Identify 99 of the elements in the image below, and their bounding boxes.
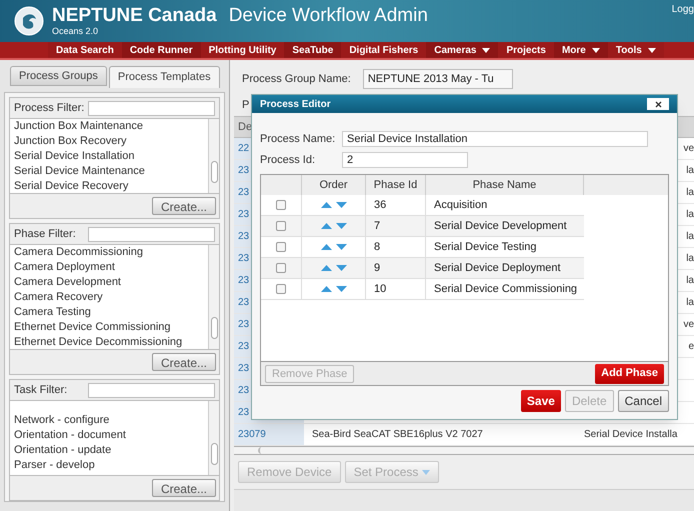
move-up-icon[interactable] xyxy=(320,223,332,229)
field-label: P xyxy=(242,98,250,113)
table-cell: 10 xyxy=(366,279,426,299)
horizontal-scrollbar[interactable] xyxy=(234,446,694,455)
table-cell-text: e xyxy=(688,340,694,354)
dialog-button[interactable]: Cancel xyxy=(618,390,669,412)
caret-icon xyxy=(482,48,490,52)
process-name-field[interactable]: Serial Device Installation xyxy=(342,131,648,148)
table-cell-text: ve xyxy=(683,142,694,156)
group-name-label: Process Group Name: xyxy=(242,72,351,87)
list-item[interactable]: Serial Device Maintenance xyxy=(10,164,208,179)
scrollbar[interactable] xyxy=(208,119,219,193)
table-cell: 36 xyxy=(366,195,426,215)
row-checkbox[interactable] xyxy=(276,284,286,294)
move-down-icon[interactable] xyxy=(336,202,346,208)
table-cell-text: Serial Device Commissioning xyxy=(433,282,578,297)
dialog-title: Process Editor xyxy=(260,98,331,112)
table-cell: 9 xyxy=(366,258,426,278)
list-item[interactable]: Orientation - update xyxy=(10,443,208,458)
nav-item[interactable]: Digital Fishers xyxy=(341,42,426,58)
tab[interactable]: Process Templates xyxy=(108,66,220,88)
caret-icon xyxy=(648,48,656,52)
create-button[interactable]: Create... xyxy=(152,353,216,371)
column-header[interactable]: De xyxy=(238,118,252,136)
table-cell-text: la xyxy=(686,274,694,288)
scrollbar[interactable] xyxy=(208,245,219,349)
filter-label: Task Filter: xyxy=(14,382,68,398)
list-item[interactable]: Ethernet Device Commissioning xyxy=(10,320,208,335)
move-up-icon[interactable] xyxy=(320,286,332,292)
filter-field[interactable] xyxy=(88,382,215,398)
list-item[interactable]: Camera Testing xyxy=(10,305,208,320)
table-cell-text: Serial Device Development xyxy=(433,218,568,234)
table-cell: 23079 xyxy=(234,424,304,445)
login-link[interactable]: Logg xyxy=(672,2,694,17)
create-button[interactable]: Create... xyxy=(152,479,216,497)
list-item[interactable]: Camera Recovery xyxy=(10,290,208,305)
nav-item[interactable]: Projects xyxy=(498,42,554,58)
move-up-icon[interactable] xyxy=(320,202,332,208)
move-down-icon[interactable] xyxy=(336,244,346,250)
table-cell: 8 xyxy=(366,237,426,257)
create-button[interactable]: Create... xyxy=(152,197,216,215)
nav-item[interactable]: Plotting Utility xyxy=(200,42,284,58)
tab[interactable]: Process Groups xyxy=(10,66,107,86)
move-down-icon[interactable] xyxy=(336,265,346,271)
filter-field[interactable] xyxy=(88,226,215,242)
row-checkbox[interactable] xyxy=(276,200,286,210)
brand-subtitle: Oceans 2.0 xyxy=(52,26,100,36)
table-cell: 7 xyxy=(366,216,426,236)
row-checkbox[interactable] xyxy=(276,221,286,231)
table-cell-text: la xyxy=(686,252,694,266)
move-down-icon[interactable] xyxy=(336,286,346,292)
table-cell-text: Acquisition xyxy=(433,198,488,213)
list-item[interactable]: Serial Device Installation xyxy=(10,149,208,164)
list-item[interactable]: Camera Development xyxy=(10,275,208,290)
table-cell-text: la xyxy=(686,296,694,310)
nav-item[interactable]: Data Search xyxy=(48,42,122,58)
move-up-icon[interactable] xyxy=(320,265,332,271)
nav-item[interactable]: Cameras xyxy=(426,42,498,58)
add-phase-button[interactable]: Add Phase xyxy=(595,364,664,384)
table-cell-text: Sea-Bird SeaCAT SBE16plus V2 7027 xyxy=(311,428,484,442)
filter-label: Process Filter: xyxy=(14,100,84,116)
close-button[interactable] xyxy=(647,98,669,110)
list-item[interactable]: Orientation - document xyxy=(10,428,208,443)
page-title: Device Workflow Admin xyxy=(228,6,428,26)
group-name-field[interactable]: NEPTUNE 2013 May - Tu xyxy=(362,69,513,89)
list-item[interactable]: Serial Device Recovery xyxy=(10,179,208,194)
nav-item[interactable]: Code Runner xyxy=(122,42,201,58)
filter-field[interactable] xyxy=(88,100,215,116)
table-cell-text: la xyxy=(686,208,694,222)
list-item[interactable]: Camera Deployment xyxy=(10,260,208,275)
list-item[interactable]: Network - configure xyxy=(10,413,208,428)
table-cell-text: la xyxy=(686,164,694,178)
nav-item[interactable]: Tools xyxy=(608,42,664,58)
table-cell-text: la xyxy=(686,230,694,244)
brand-name: NEPTUNE Canada xyxy=(52,6,217,26)
table-cell-text: Serial Device Deployment xyxy=(433,260,562,276)
process-id-field[interactable]: 2 xyxy=(342,152,468,168)
table-cell-text: ve xyxy=(683,318,694,332)
list-item[interactable]: Junction Box Recovery xyxy=(10,134,208,149)
row-checkbox[interactable] xyxy=(276,263,286,273)
list-item[interactable]: Junction Box Maintenance xyxy=(10,119,208,134)
dialog-button[interactable]: Save xyxy=(520,390,561,412)
nav-item[interactable]: More xyxy=(554,42,608,58)
move-up-icon[interactable] xyxy=(320,244,332,250)
globe-logo-icon[interactable] xyxy=(14,6,44,36)
list-item[interactable]: Camera Decommissioning xyxy=(10,245,208,260)
list-item[interactable]: Parser - develop xyxy=(10,458,208,473)
scrollbar[interactable] xyxy=(208,401,219,475)
filter-label: Phase Filter: xyxy=(14,226,77,242)
caret-icon xyxy=(592,48,600,52)
close-icon xyxy=(654,100,662,108)
row-checkbox[interactable] xyxy=(276,242,286,252)
list-item[interactable]: Ethernet Device Decommissioning xyxy=(10,335,208,350)
move-down-icon[interactable] xyxy=(336,223,346,229)
nav-item[interactable]: SeaTube xyxy=(284,42,342,58)
table-cell-text: Serial Device Testing xyxy=(433,240,538,255)
table-cell-text: Serial Device Installa xyxy=(584,428,678,442)
caret-icon xyxy=(422,470,430,474)
table-cell-text: la xyxy=(686,186,694,200)
